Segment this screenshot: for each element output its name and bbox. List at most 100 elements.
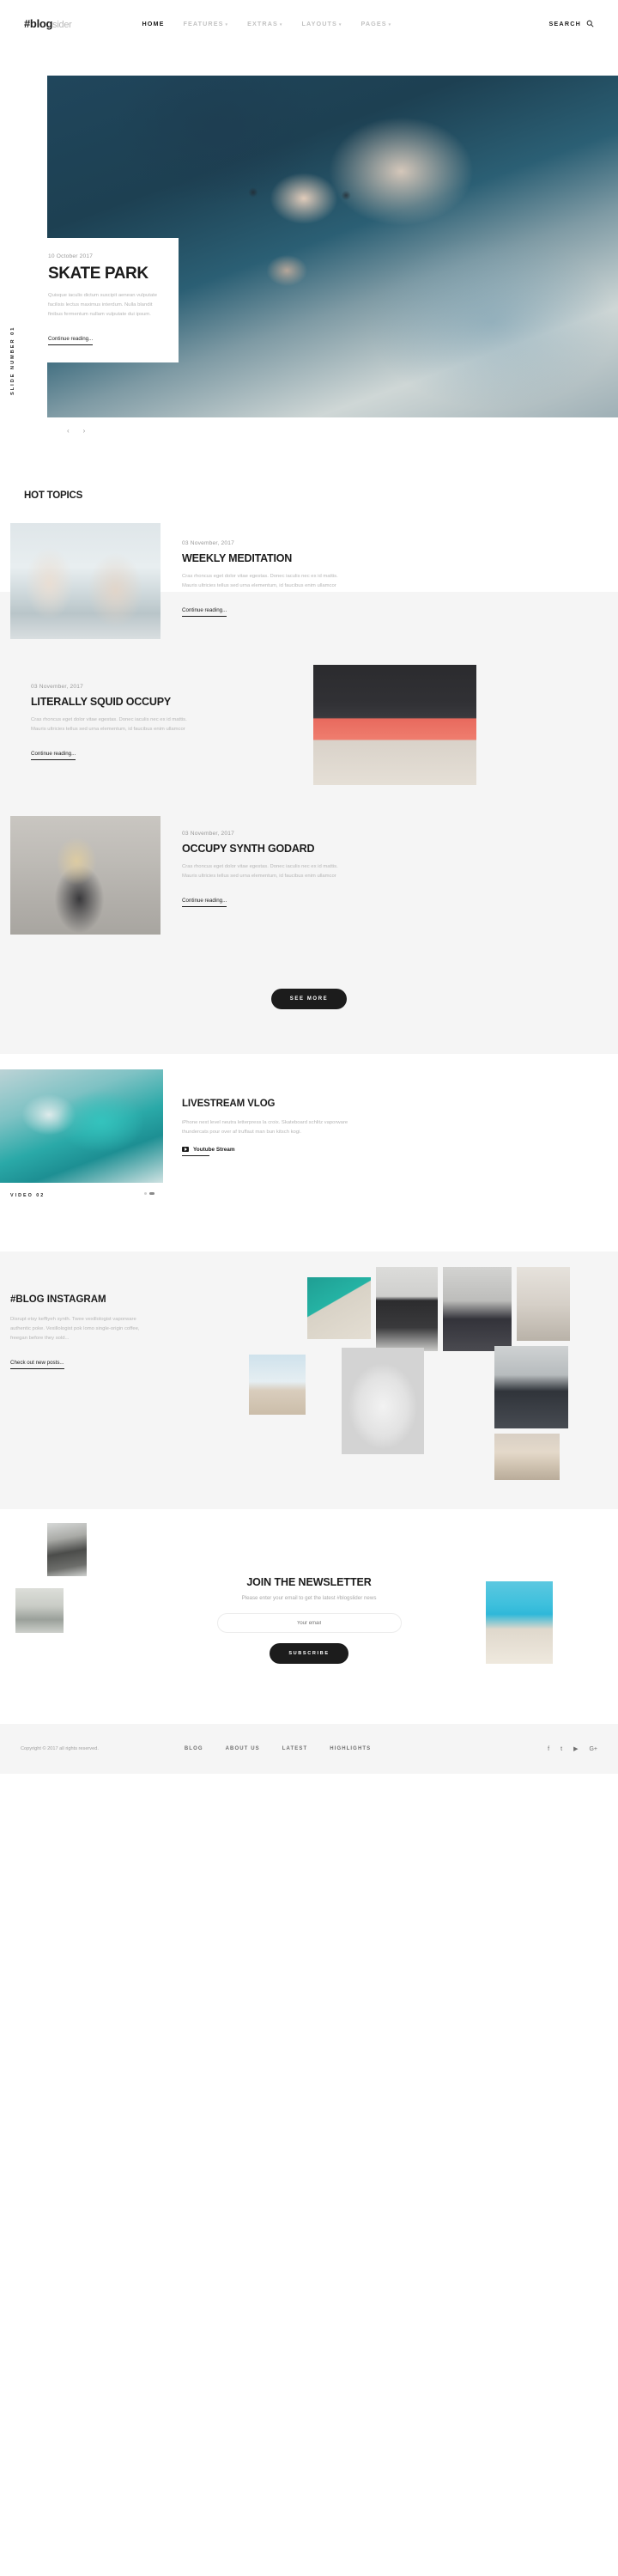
post-excerpt: Cras rhoncus eget dolor vitae egestas. D… bbox=[31, 717, 187, 732]
newsletter-photo-shoes bbox=[15, 1588, 64, 1633]
hero-title: SKATE PARK bbox=[48, 265, 148, 283]
footer-link-blog[interactable]: BLOG bbox=[185, 1746, 203, 1751]
search-toggle[interactable]: SEARCH bbox=[548, 20, 594, 27]
nav-item-home[interactable]: HOME bbox=[142, 20, 165, 27]
newsletter-photo-beach bbox=[486, 1581, 553, 1664]
nav-item-pages[interactable]: PAGES ▾ bbox=[361, 20, 392, 27]
footer-link-highlights[interactable]: HIGHLIGHTS bbox=[330, 1746, 371, 1751]
post-title[interactable]: LITERALLY SQUID OCCUPY bbox=[31, 696, 190, 708]
footer-link-about-us[interactable]: ABOUT US bbox=[226, 1746, 260, 1751]
logo-bold: #blog bbox=[24, 17, 53, 30]
logo-light: sider bbox=[52, 20, 72, 30]
pagination-dot[interactable] bbox=[144, 1192, 147, 1195]
hot-topics-title: HOT TOPICS bbox=[24, 490, 83, 501]
post-continue-reading-link[interactable]: Continue reading... bbox=[182, 607, 227, 617]
instagram-check-posts-link[interactable]: Check out new posts... bbox=[10, 1360, 64, 1369]
slide-number-label: SLIDE NUMBER 01 bbox=[10, 326, 15, 395]
post-text-2: 03 November, 2017 LITERALLY SQUID OCCUPY… bbox=[31, 684, 190, 760]
post-title[interactable]: OCCUPY SYNTH GODARD bbox=[182, 843, 341, 855]
post-image-2[interactable] bbox=[313, 665, 476, 785]
hot-topics-list: 03 November, 2017 WEEKLY MEDITATION Cras… bbox=[0, 523, 618, 1054]
hero-caption-card: 10 October 2017 SKATE PARK Quisque iacul… bbox=[33, 238, 179, 362]
hero-slider: 10 October 2017 SKATE PARK Quisque iacul… bbox=[0, 47, 618, 442]
instagram-photo-3[interactable] bbox=[443, 1267, 512, 1351]
newsletter-photo-rock bbox=[47, 1523, 87, 1576]
play-icon bbox=[182, 1147, 189, 1153]
post-continue-reading-link[interactable]: Continue reading... bbox=[182, 898, 227, 907]
hero-date: 10 October 2017 bbox=[48, 253, 94, 259]
facebook-icon[interactable]: f bbox=[548, 1746, 549, 1752]
youtube-stream-label: Youtube Stream bbox=[193, 1146, 235, 1153]
footer-link-latest[interactable]: LATEST bbox=[282, 1746, 308, 1751]
instagram-photo-8[interactable] bbox=[494, 1434, 560, 1480]
youtube-icon[interactable]: ▶ bbox=[573, 1745, 578, 1752]
post-block-2: 03 November, 2017 LITERALLY SQUID OCCUPY… bbox=[0, 663, 618, 805]
vlog-video-thumbnail[interactable] bbox=[0, 1069, 163, 1183]
pagination-dot-active[interactable] bbox=[149, 1192, 154, 1195]
hero-excerpt: Quisque iaculis dictum suscipit aenean v… bbox=[48, 292, 158, 317]
search-icon bbox=[586, 20, 594, 27]
instagram-photo-5[interactable] bbox=[249, 1355, 306, 1415]
nav-label: FEATURES bbox=[183, 20, 224, 27]
post-text-3: 03 November, 2017 OCCUPY SYNTH GODARD Cr… bbox=[182, 831, 341, 907]
chevron-down-icon: ▾ bbox=[388, 22, 392, 27]
nav-label: EXTRAS bbox=[247, 20, 278, 27]
see-more-row: SEE MORE bbox=[0, 959, 618, 1054]
youtube-stream-link[interactable]: Youtube Stream bbox=[182, 1147, 354, 1153]
vlog-text: LIVESTREAM VLOG iPhone next level neutra… bbox=[182, 1099, 354, 1157]
chevron-down-icon: ▾ bbox=[279, 22, 283, 27]
post-text-1: 03 November, 2017 WEEKLY MEDITATION Cras… bbox=[182, 540, 341, 617]
hot-topics-section: HOT TOPICS 03 November, 2017 WEEKLY MEDI… bbox=[0, 442, 618, 1054]
copyright-text: Copyright © 2017 all rights reserved. bbox=[21, 1746, 99, 1751]
instagram-photo-6[interactable] bbox=[342, 1348, 424, 1454]
see-more-button[interactable]: SEE MORE bbox=[270, 989, 348, 1009]
post-excerpt: Cras rhoncus eget dolor vitae egestas. D… bbox=[182, 574, 338, 588]
livestream-vlog-section: LIVESTREAM VLOG iPhone next level neutra… bbox=[0, 1054, 618, 1251]
instagram-section: #BLOG INSTAGRAM Disrupt etsy keffiyeh sy… bbox=[0, 1251, 618, 1509]
instagram-photo-4[interactable] bbox=[517, 1267, 570, 1341]
footer-socials: f t ▶ G+ bbox=[548, 1745, 597, 1753]
slider-prev-icon[interactable]: ‹ bbox=[67, 427, 70, 435]
vlog-pagination-dots bbox=[144, 1192, 154, 1195]
nav-item-features[interactable]: FEATURES ▾ bbox=[183, 20, 228, 27]
slider-controls: ‹ › bbox=[67, 427, 85, 435]
google-plus-icon[interactable]: G+ bbox=[589, 1746, 597, 1752]
site-logo[interactable]: #blogsider bbox=[24, 17, 72, 30]
newsletter-email-input[interactable] bbox=[216, 1613, 402, 1633]
chevron-down-icon: ▾ bbox=[225, 22, 229, 27]
vlog-excerpt: iPhone next level neutra letterpress la … bbox=[182, 1120, 348, 1135]
instagram-excerpt: Disrupt etsy keffiyeh synth. Twee vexill… bbox=[10, 1317, 140, 1341]
page-root: #blogsider HOME FEATURES ▾ EXTRAS ▾ LAYOUT… bbox=[0, 0, 618, 1774]
vlog-title: LIVESTREAM VLOG bbox=[182, 1099, 276, 1109]
footer-nav: BLOG ABOUT US LATEST HIGHLIGHTS bbox=[185, 1746, 371, 1751]
hero-continue-reading-link[interactable]: Continue reading... bbox=[48, 336, 94, 345]
instagram-photo-2[interactable] bbox=[376, 1267, 438, 1351]
post-excerpt: Cras rhoncus eget dolor vitae egestas. D… bbox=[182, 864, 338, 879]
post-continue-reading-link[interactable]: Continue reading... bbox=[31, 751, 76, 760]
newsletter-section: JOIN THE NEWSLETTER Please enter your em… bbox=[0, 1509, 618, 1724]
nav-item-extras[interactable]: EXTRAS ▾ bbox=[247, 20, 282, 27]
link-underline bbox=[182, 1154, 209, 1157]
twitter-icon[interactable]: t bbox=[560, 1746, 562, 1752]
post-block-3: 03 November, 2017 OCCUPY SYNTH GODARD Cr… bbox=[0, 805, 618, 959]
post-date: 03 November, 2017 bbox=[182, 831, 234, 837]
post-image-1[interactable] bbox=[10, 523, 161, 639]
vlog-caption: VIDEO 02 bbox=[10, 1193, 45, 1198]
post-date: 03 November, 2017 bbox=[31, 684, 83, 690]
nav-item-layouts[interactable]: LAYOUTS ▾ bbox=[302, 20, 342, 27]
post-block-1: 03 November, 2017 WEEKLY MEDITATION Cras… bbox=[0, 523, 618, 663]
instagram-title: #BLOG INSTAGRAM bbox=[10, 1294, 106, 1305]
nav-label: LAYOUTS bbox=[301, 20, 337, 27]
post-image-3[interactable] bbox=[10, 816, 161, 935]
instagram-photo-7[interactable] bbox=[494, 1346, 568, 1428]
instagram-photo-1[interactable] bbox=[307, 1277, 371, 1339]
post-title[interactable]: WEEKLY MEDITATION bbox=[182, 552, 341, 564]
slider-next-icon[interactable]: › bbox=[83, 427, 86, 435]
nav-label: PAGES bbox=[360, 20, 387, 27]
chevron-down-icon: ▾ bbox=[338, 22, 342, 27]
subscribe-button[interactable]: SUBSCRIBE bbox=[270, 1643, 348, 1664]
instagram-text: #BLOG INSTAGRAM Disrupt etsy keffiyeh sy… bbox=[10, 1294, 148, 1369]
post-date: 03 November, 2017 bbox=[182, 540, 234, 546]
site-footer: Copyright © 2017 all rights reserved. BL… bbox=[0, 1724, 618, 1774]
nav-label: HOME bbox=[142, 20, 165, 27]
